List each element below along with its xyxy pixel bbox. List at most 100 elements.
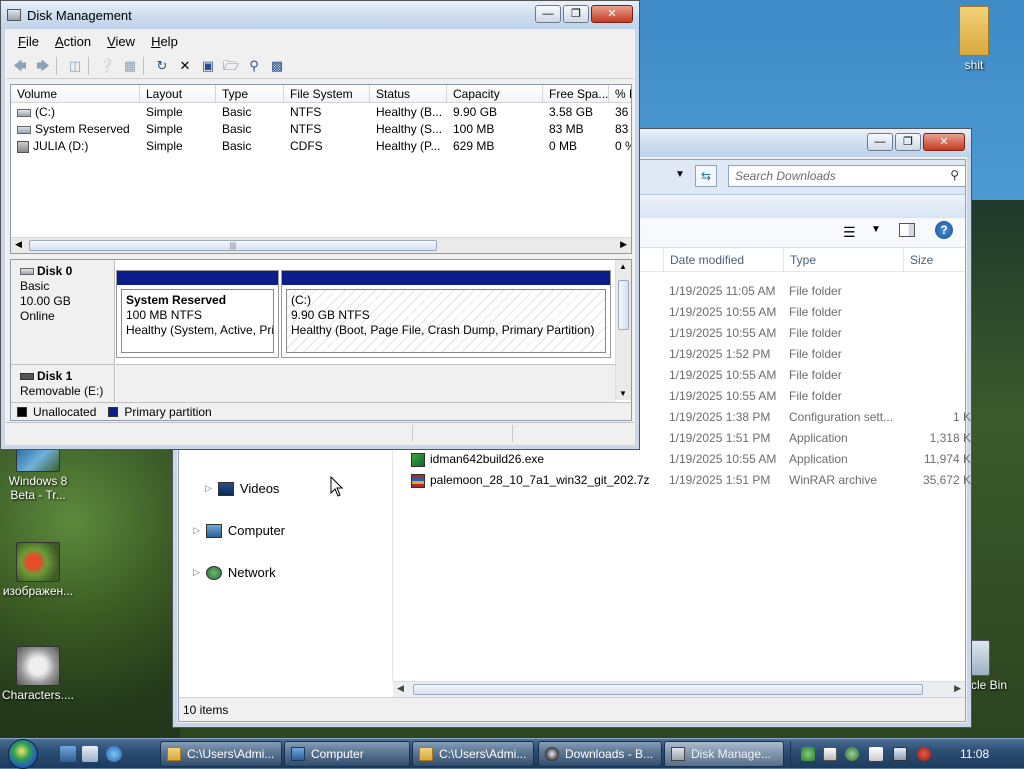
volume-row[interactable]: System Reserved Simple Basic NTFS Healthy (S… [11, 121, 631, 138]
column-percent-free[interactable]: % F [609, 85, 631, 103]
taskbar-button-downloads-browser[interactable]: Downloads - B... [538, 741, 662, 767]
volume-cell-pct: 83 [609, 121, 631, 138]
volume-cell-free: 83 MB [543, 121, 609, 138]
folder-icon [419, 747, 433, 761]
properties-icon[interactable]: ▣ [198, 56, 218, 76]
disk-management-window[interactable]: Disk Management — ❐ ✕ File Action View H… [0, 0, 640, 450]
close-button[interactable]: ✕ [923, 133, 965, 151]
taskbar-button-users-folder-2[interactable]: C:\Users\Admi... [412, 741, 534, 767]
column-date-modified[interactable]: Date modified [663, 248, 783, 272]
preview-pane-icon[interactable] [899, 223, 915, 237]
menu-help[interactable]: Help [151, 34, 178, 49]
menu-action[interactable]: Action [55, 34, 91, 49]
volume-cell-layout: Simple [140, 121, 216, 138]
internet-explorer-icon[interactable] [106, 746, 122, 762]
help-icon[interactable]: ❔ [97, 56, 117, 76]
tray-app-icon[interactable] [801, 747, 815, 761]
refresh-icon[interactable]: ↻ [152, 56, 172, 76]
disk-1-label[interactable]: Disk 1 Removable (E:) [11, 364, 115, 404]
tray-document-icon[interactable] [823, 747, 837, 761]
disk-management-titlebar[interactable]: Disk Management — ❐ ✕ [1, 1, 639, 29]
partition-system-reserved[interactable]: System Reserved 100 MB NTFS Healthy (Sys… [116, 270, 279, 358]
column-size[interactable]: Size [903, 248, 983, 272]
action-center-flag-icon[interactable] [869, 747, 883, 761]
forward-icon[interactable]: 🡆 [33, 56, 53, 76]
file-size: 11,974 K [923, 452, 971, 466]
expand-arrow-icon[interactable]: ▷ [205, 483, 212, 494]
menu-file[interactable]: File [18, 34, 39, 49]
scroll-left-icon[interactable]: ◀ [15, 239, 22, 250]
column-volume[interactable]: Volume [11, 85, 140, 103]
close-button[interactable]: ✕ [591, 5, 633, 23]
show-hide-console-icon[interactable]: ◫ [65, 56, 85, 76]
partition-c[interactable]: (C:) 9.90 GB NTFS Healthy (Boot, Page Fi… [281, 270, 611, 358]
file-row[interactable]: palemoon_28_10_7a1_win32_git_202.7z 1/19/… [393, 470, 971, 491]
scroll-right-icon[interactable]: ▶ [620, 239, 627, 250]
file-name-text: palemoon_28_10_7a1_win32_git_202.7z [430, 473, 650, 487]
scroll-thumb[interactable] [618, 280, 629, 330]
taskbar-button-disk-management[interactable]: Disk Manage... [664, 741, 784, 767]
desktop-icon-windows8[interactable]: Windows 8 Beta - Tr... [0, 448, 78, 502]
back-icon[interactable]: 🡄 [10, 56, 30, 76]
format-icon[interactable]: ▩ [267, 56, 287, 76]
volume-list-hscrollbar[interactable]: ◀ ||| ▶ [11, 237, 631, 253]
refresh-icon[interactable]: ⇆ [695, 165, 717, 187]
show-desktop-icon[interactable] [60, 746, 76, 762]
view-options-icon[interactable]: ☰ [843, 224, 856, 241]
column-type[interactable]: Type [783, 248, 903, 272]
view-dropdown-icon[interactable]: ▼ [871, 224, 881, 235]
taskbar-button-computer[interactable]: Computer [284, 741, 410, 767]
volume-muted-icon[interactable] [917, 747, 931, 761]
partition-status: Healthy (Boot, Page File, Crash Dump, Pr… [291, 323, 595, 337]
graph-vscrollbar[interactable]: ▲ ▼ [615, 260, 631, 400]
network-icon[interactable] [893, 747, 907, 761]
taskbar-button-users-folder-1[interactable]: C:\Users\Admi... [160, 741, 282, 767]
tray-security-icon[interactable] [845, 747, 859, 761]
nav-item-videos[interactable]: ▷ Videos [205, 481, 279, 496]
cd-drive-icon [17, 140, 29, 153]
scroll-up-icon[interactable]: ▲ [619, 262, 627, 271]
desktop-icon-shit[interactable]: shit [934, 6, 1014, 72]
minimize-button[interactable]: — [867, 133, 893, 151]
search-input[interactable]: Search Downloads ⚲ [728, 165, 966, 187]
scroll-thumb[interactable]: ||| [29, 240, 437, 251]
file-row[interactable]: idman642build26.exe 1/19/2025 10:55 AM App… [393, 449, 971, 470]
open-folder-icon[interactable]: 🗁 [221, 56, 241, 76]
scroll-right-icon[interactable]: ▶ [954, 683, 961, 694]
file-type: File folder [789, 326, 842, 340]
column-capacity[interactable]: Capacity [447, 85, 543, 103]
properties-pane-icon[interactable]: ▦ [120, 56, 140, 76]
file-list-hscrollbar[interactable]: ◀ ▶ [393, 681, 965, 697]
scroll-left-icon[interactable]: ◀ [397, 683, 404, 694]
maximize-button[interactable]: ❐ [895, 133, 921, 151]
delete-icon[interactable]: ✕ [175, 56, 195, 76]
expand-arrow-icon[interactable]: ▷ [193, 525, 200, 536]
nav-item-network[interactable]: ▷ Network [193, 565, 276, 580]
nav-item-computer[interactable]: ▷ Computer [193, 523, 285, 538]
search-icon[interactable]: ⚲ [244, 56, 264, 76]
disk-0-label[interactable]: Disk 0 Basic 10.00 GB Online [11, 260, 115, 364]
maximize-button[interactable]: ❐ [563, 5, 589, 23]
clock[interactable]: 11:08 [960, 747, 989, 761]
explorer-status-bar: 10 items [179, 697, 965, 721]
scroll-thumb[interactable] [413, 684, 923, 695]
column-status[interactable]: Status [370, 85, 447, 103]
scroll-down-icon[interactable]: ▼ [619, 389, 627, 398]
column-file-system[interactable]: File System [284, 85, 370, 103]
minimize-button[interactable]: — [535, 5, 561, 23]
search-icon[interactable]: ⚲ [950, 168, 959, 182]
partition-name: (C:) [291, 293, 311, 307]
desktop-icon-image[interactable]: изображен... [0, 542, 78, 598]
volume-row[interactable]: (C:) Simple Basic NTFS Healthy (B... 9.90 GB 3… [11, 104, 631, 121]
switch-windows-icon[interactable] [82, 746, 98, 762]
desktop-icon-characters[interactable]: Characters.... [0, 646, 78, 702]
help-icon[interactable]: ? [935, 221, 953, 239]
column-free-space[interactable]: Free Spa... [543, 85, 609, 103]
address-dropdown-icon[interactable]: ▼ [675, 169, 685, 180]
column-type[interactable]: Type [216, 85, 284, 103]
expand-arrow-icon[interactable]: ▷ [193, 567, 200, 578]
start-button[interactable] [8, 739, 38, 769]
column-layout[interactable]: Layout [140, 85, 216, 103]
volume-row[interactable]: JULIA (D:) Simple Basic CDFS Healthy (P... 62… [11, 138, 631, 155]
menu-view[interactable]: View [107, 34, 135, 49]
